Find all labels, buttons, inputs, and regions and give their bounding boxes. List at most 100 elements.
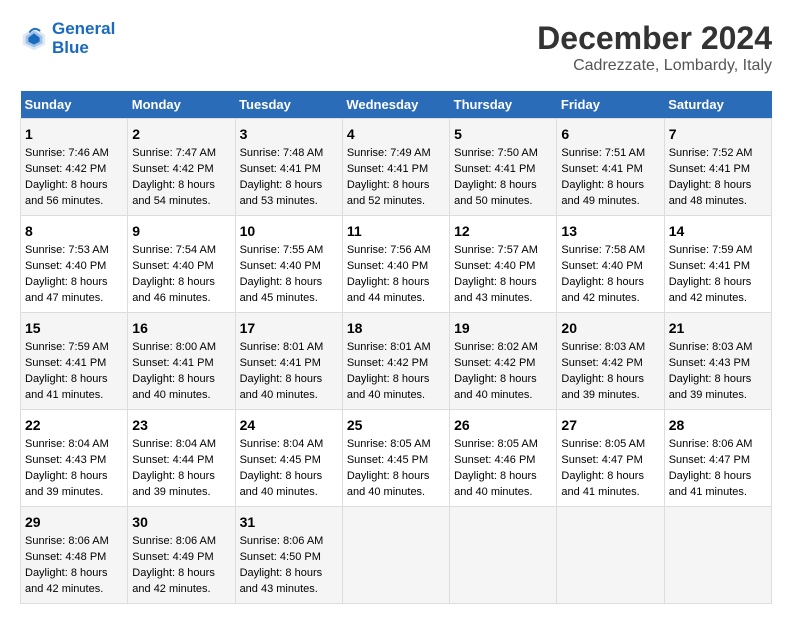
daylight: Daylight: 8 hours and 52 minutes. [347, 179, 430, 207]
day-header-tuesday: Tuesday [235, 91, 342, 119]
sunrise: Sunrise: 7:56 AM [347, 244, 431, 256]
daylight: Daylight: 8 hours and 53 minutes. [240, 179, 323, 207]
sunrise: Sunrise: 8:05 AM [454, 438, 538, 450]
day-number: 18 [347, 318, 445, 338]
calendar-cell: 28 Sunrise: 8:06 AM Sunset: 4:47 PM Dayl… [664, 410, 771, 507]
sunrise: Sunrise: 8:02 AM [454, 341, 538, 353]
daylight: Daylight: 8 hours and 40 minutes. [347, 373, 430, 401]
sunset: Sunset: 4:41 PM [240, 163, 321, 175]
calendar-week-row: 29 Sunrise: 8:06 AM Sunset: 4:48 PM Dayl… [21, 507, 772, 604]
sunset: Sunset: 4:40 PM [561, 260, 642, 272]
calendar-cell: 22 Sunrise: 8:04 AM Sunset: 4:43 PM Dayl… [21, 410, 128, 507]
sunrise: Sunrise: 7:53 AM [25, 244, 109, 256]
daylight: Daylight: 8 hours and 56 minutes. [25, 179, 108, 207]
day-number: 7 [669, 124, 767, 144]
sunset: Sunset: 4:45 PM [240, 454, 321, 466]
day-number: 26 [454, 415, 552, 435]
daylight: Daylight: 8 hours and 54 minutes. [132, 179, 215, 207]
calendar-cell: 8 Sunrise: 7:53 AM Sunset: 4:40 PM Dayli… [21, 216, 128, 313]
day-number: 25 [347, 415, 445, 435]
sunrise: Sunrise: 8:06 AM [240, 535, 324, 547]
daylight: Daylight: 8 hours and 40 minutes. [240, 373, 323, 401]
daylight: Daylight: 8 hours and 42 minutes. [132, 567, 215, 595]
daylight: Daylight: 8 hours and 40 minutes. [454, 373, 537, 401]
sunrise: Sunrise: 7:47 AM [132, 147, 216, 159]
sunrise: Sunrise: 8:06 AM [132, 535, 216, 547]
daylight: Daylight: 8 hours and 39 minutes. [669, 373, 752, 401]
daylight: Daylight: 8 hours and 39 minutes. [25, 470, 108, 498]
daylight: Daylight: 8 hours and 42 minutes. [561, 276, 644, 304]
sunset: Sunset: 4:47 PM [561, 454, 642, 466]
calendar-cell: 29 Sunrise: 8:06 AM Sunset: 4:48 PM Dayl… [21, 507, 128, 604]
calendar-cell: 31 Sunrise: 8:06 AM Sunset: 4:50 PM Dayl… [235, 507, 342, 604]
day-header-saturday: Saturday [664, 91, 771, 119]
page-subtitle: Cadrezzate, Lombardy, Italy [537, 57, 772, 75]
sunset: Sunset: 4:40 PM [240, 260, 321, 272]
daylight: Daylight: 8 hours and 44 minutes. [347, 276, 430, 304]
sunset: Sunset: 4:42 PM [25, 163, 106, 175]
title-block: December 2024 Cadrezzate, Lombardy, Ital… [537, 20, 772, 75]
sunset: Sunset: 4:41 PM [347, 163, 428, 175]
sunset: Sunset: 4:48 PM [25, 551, 106, 563]
calendar-cell: 13 Sunrise: 7:58 AM Sunset: 4:40 PM Dayl… [557, 216, 664, 313]
day-number: 20 [561, 318, 659, 338]
day-number: 14 [669, 221, 767, 241]
daylight: Daylight: 8 hours and 42 minutes. [25, 567, 108, 595]
day-number: 31 [240, 512, 338, 532]
calendar-cell: 7 Sunrise: 7:52 AM Sunset: 4:41 PM Dayli… [664, 119, 771, 216]
calendar-cell: 30 Sunrise: 8:06 AM Sunset: 4:49 PM Dayl… [128, 507, 235, 604]
day-number: 3 [240, 124, 338, 144]
calendar-cell: 26 Sunrise: 8:05 AM Sunset: 4:46 PM Dayl… [450, 410, 557, 507]
daylight: Daylight: 8 hours and 40 minutes. [347, 470, 430, 498]
calendar-cell [450, 507, 557, 604]
daylight: Daylight: 8 hours and 47 minutes. [25, 276, 108, 304]
daylight: Daylight: 8 hours and 41 minutes. [25, 373, 108, 401]
day-number: 28 [669, 415, 767, 435]
day-number: 15 [25, 318, 123, 338]
sunrise: Sunrise: 8:04 AM [240, 438, 324, 450]
logo-icon [20, 25, 48, 53]
sunrise: Sunrise: 7:57 AM [454, 244, 538, 256]
calendar-header-row: SundayMondayTuesdayWednesdayThursdayFrid… [21, 91, 772, 119]
sunrise: Sunrise: 8:06 AM [25, 535, 109, 547]
sunrise: Sunrise: 8:03 AM [561, 341, 645, 353]
day-header-sunday: Sunday [21, 91, 128, 119]
sunrise: Sunrise: 7:48 AM [240, 147, 324, 159]
day-number: 2 [132, 124, 230, 144]
day-number: 21 [669, 318, 767, 338]
sunrise: Sunrise: 7:51 AM [561, 147, 645, 159]
day-number: 1 [25, 124, 123, 144]
day-number: 13 [561, 221, 659, 241]
sunrise: Sunrise: 7:52 AM [669, 147, 753, 159]
sunset: Sunset: 4:41 PM [454, 163, 535, 175]
calendar-cell: 20 Sunrise: 8:03 AM Sunset: 4:42 PM Dayl… [557, 313, 664, 410]
calendar-cell: 6 Sunrise: 7:51 AM Sunset: 4:41 PM Dayli… [557, 119, 664, 216]
calendar-cell: 4 Sunrise: 7:49 AM Sunset: 4:41 PM Dayli… [342, 119, 449, 216]
day-number: 22 [25, 415, 123, 435]
sunset: Sunset: 4:41 PM [669, 163, 750, 175]
sunrise: Sunrise: 7:50 AM [454, 147, 538, 159]
calendar-cell: 24 Sunrise: 8:04 AM Sunset: 4:45 PM Dayl… [235, 410, 342, 507]
day-header-friday: Friday [557, 91, 664, 119]
calendar-cell: 15 Sunrise: 7:59 AM Sunset: 4:41 PM Dayl… [21, 313, 128, 410]
day-number: 8 [25, 221, 123, 241]
calendar-table: SundayMondayTuesdayWednesdayThursdayFrid… [20, 91, 772, 604]
calendar-cell: 1 Sunrise: 7:46 AM Sunset: 4:42 PM Dayli… [21, 119, 128, 216]
sunset: Sunset: 4:42 PM [347, 357, 428, 369]
sunset: Sunset: 4:41 PM [561, 163, 642, 175]
calendar-cell: 21 Sunrise: 8:03 AM Sunset: 4:43 PM Dayl… [664, 313, 771, 410]
calendar-cell: 17 Sunrise: 8:01 AM Sunset: 4:41 PM Dayl… [235, 313, 342, 410]
day-number: 29 [25, 512, 123, 532]
day-number: 17 [240, 318, 338, 338]
day-number: 19 [454, 318, 552, 338]
daylight: Daylight: 8 hours and 39 minutes. [132, 470, 215, 498]
sunrise: Sunrise: 7:46 AM [25, 147, 109, 159]
daylight: Daylight: 8 hours and 42 minutes. [669, 276, 752, 304]
sunset: Sunset: 4:40 PM [347, 260, 428, 272]
sunrise: Sunrise: 8:03 AM [669, 341, 753, 353]
sunrise: Sunrise: 7:59 AM [669, 244, 753, 256]
day-number: 9 [132, 221, 230, 241]
sunrise: Sunrise: 8:00 AM [132, 341, 216, 353]
sunset: Sunset: 4:47 PM [669, 454, 750, 466]
day-number: 12 [454, 221, 552, 241]
